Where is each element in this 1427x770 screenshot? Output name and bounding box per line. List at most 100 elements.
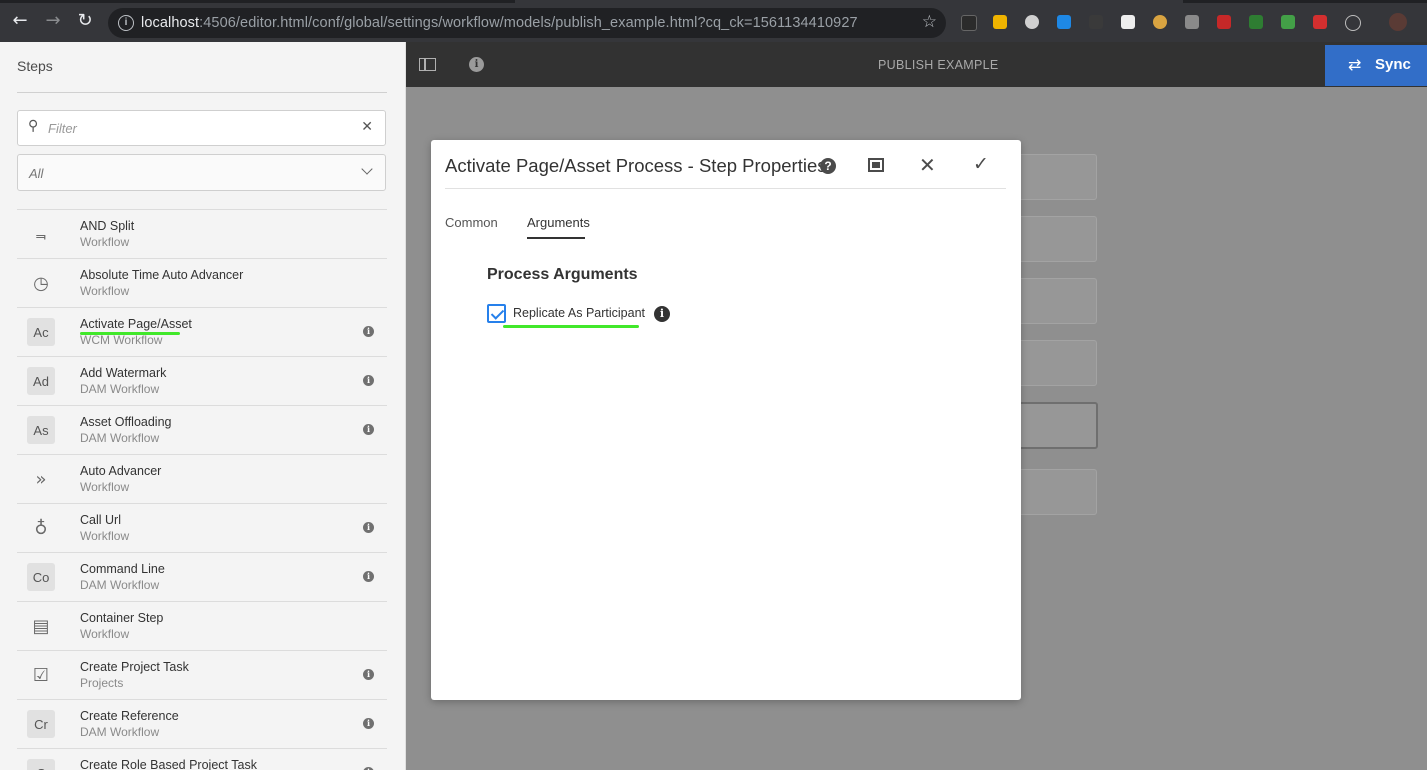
extension-icon-4[interactable] bbox=[1057, 15, 1071, 29]
extension-icon-10[interactable] bbox=[1249, 15, 1263, 29]
extension-icon-2[interactable] bbox=[993, 15, 1007, 29]
workflow-step-node[interactable] bbox=[1015, 278, 1097, 324]
filter-input[interactable]: ⚲ Filter ✕ bbox=[17, 110, 386, 146]
url-path: :4506/editor.html/conf/global/settings/w… bbox=[199, 15, 858, 31]
info-icon[interactable]: i bbox=[363, 424, 374, 435]
close-icon[interactable]: ✕ bbox=[919, 153, 936, 177]
step-category: Workflow bbox=[80, 284, 130, 298]
step-item[interactable]: ⫬ AND Split Workflow bbox=[17, 209, 387, 258]
info-icon[interactable]: i bbox=[469, 57, 484, 72]
steps-title: Steps bbox=[17, 58, 53, 74]
steps-list: ⫬ AND Split Workflow ◷ Absolute Time Auto Ad… bbox=[17, 209, 387, 770]
extension-icon-3[interactable] bbox=[1025, 15, 1039, 29]
reload-icon[interactable]: ↻ bbox=[74, 10, 96, 32]
step-item[interactable]: Ad Add Watermark DAM Workflow i bbox=[17, 356, 387, 405]
box-icon: ▤ bbox=[32, 615, 50, 637]
step-category: Workflow bbox=[80, 627, 130, 641]
workflow-step-node[interactable] bbox=[1015, 469, 1097, 515]
divider bbox=[17, 92, 387, 93]
step-name: Create Role Based Project Task bbox=[80, 758, 257, 770]
extension-icon-5[interactable] bbox=[1089, 15, 1103, 29]
workflow-step-node[interactable] bbox=[1015, 154, 1097, 200]
sync-button[interactable]: ⇄ Sync bbox=[1325, 45, 1427, 86]
step-name: Create Project Task bbox=[80, 660, 189, 674]
step-properties-dialog: Activate Page/Asset Process - Step Prope… bbox=[431, 140, 1021, 700]
extension-icon-7[interactable] bbox=[1153, 15, 1167, 29]
step-badge: As bbox=[27, 416, 55, 444]
tab-strip-right bbox=[1183, 0, 1427, 3]
filter-placeholder: Filter bbox=[48, 121, 77, 136]
extension-icon-11[interactable] bbox=[1281, 15, 1295, 29]
search-icon: ⚲ bbox=[28, 118, 39, 134]
forward-icon[interactable]: → bbox=[42, 10, 64, 32]
step-name: Auto Advancer bbox=[80, 464, 162, 478]
checklist-icon: ☑ bbox=[32, 664, 50, 686]
clear-icon[interactable]: ✕ bbox=[361, 119, 373, 135]
extension-icon-12[interactable] bbox=[1313, 15, 1327, 29]
step-badge: Co bbox=[27, 563, 55, 591]
step-badge: Cr bbox=[27, 710, 55, 738]
info-icon[interactable]: i bbox=[363, 571, 374, 582]
step-item[interactable]: Ac Activate Page/Asset WCM Workflow i bbox=[17, 307, 387, 356]
back-icon[interactable]: ← bbox=[9, 10, 31, 32]
sync-icon: ⇄ bbox=[1348, 55, 1362, 74]
url-host: localhost bbox=[141, 15, 200, 31]
info-icon[interactable]: i bbox=[363, 326, 374, 337]
step-item[interactable]: CCreate Role Based Project Taski bbox=[17, 748, 387, 770]
help-icon[interactable]: ? bbox=[820, 158, 836, 174]
checkmark-icon[interactable]: ✓ bbox=[973, 153, 989, 175]
step-badge: Ad bbox=[27, 367, 55, 395]
bookmark-star-icon[interactable]: ☆ bbox=[922, 12, 937, 32]
step-category: Workflow bbox=[80, 480, 130, 494]
tab-arguments[interactable]: Arguments bbox=[527, 215, 590, 230]
step-item[interactable]: Cr Create Reference DAM Workflow i bbox=[17, 699, 387, 748]
info-icon[interactable]: i bbox=[363, 522, 374, 533]
fullscreen-icon[interactable] bbox=[868, 158, 884, 172]
step-item[interactable]: ☑ Create Project Task Projects i bbox=[17, 650, 387, 699]
step-name: Activate Page/Asset bbox=[80, 317, 192, 331]
info-icon[interactable]: i bbox=[363, 718, 374, 729]
profile-avatar[interactable] bbox=[1389, 13, 1407, 31]
workflow-step-node-selected[interactable] bbox=[1015, 402, 1098, 449]
checkbox-label[interactable]: Replicate As Participant bbox=[513, 306, 645, 320]
toggle-side-panel-icon[interactable] bbox=[419, 58, 436, 71]
tab-strip-left bbox=[0, 0, 515, 3]
category-select[interactable]: All bbox=[17, 154, 386, 191]
workflow-step-node[interactable] bbox=[1015, 216, 1097, 262]
step-name: Add Watermark bbox=[80, 366, 167, 380]
replicate-as-participant-checkbox[interactable] bbox=[487, 304, 506, 323]
double-chevron-icon: » bbox=[35, 468, 47, 490]
step-item[interactable]: Co Command Line DAM Workflow i bbox=[17, 552, 387, 601]
tab-common[interactable]: Common bbox=[445, 215, 498, 230]
browser-toolbar: ← → ↻ i localhost:4506/editor.html/conf/… bbox=[0, 0, 1427, 42]
url-text: localhost:4506/editor.html/conf/global/s… bbox=[141, 15, 858, 31]
address-bar[interactable]: i localhost:4506/editor.html/conf/global… bbox=[108, 8, 946, 38]
site-info-icon[interactable]: i bbox=[118, 15, 134, 31]
extension-icon-1[interactable] bbox=[961, 15, 977, 31]
extension-icon-9[interactable] bbox=[1217, 15, 1231, 29]
step-item[interactable]: » Auto Advancer Workflow bbox=[17, 454, 387, 503]
info-icon[interactable]: i bbox=[654, 306, 670, 322]
info-icon[interactable]: i bbox=[363, 375, 374, 386]
step-item[interactable]: ♁ Call Url Workflow i bbox=[17, 503, 387, 552]
step-item[interactable]: As Asset Offloading DAM Workflow i bbox=[17, 405, 387, 454]
step-name: AND Split bbox=[80, 219, 135, 233]
step-category: Workflow bbox=[80, 529, 130, 543]
workflow-title: PUBLISH EXAMPLE bbox=[878, 58, 999, 72]
step-category: Projects bbox=[80, 676, 124, 690]
step-category: DAM Workflow bbox=[80, 431, 160, 445]
dialog-divider bbox=[445, 188, 1006, 189]
dialog-title: Activate Page/Asset Process - Step Prope… bbox=[445, 155, 827, 176]
step-badge: Ac bbox=[27, 318, 55, 346]
steps-panel: Steps ⚲ Filter ✕ All ⫬ AND Split Workflow ◷… bbox=[0, 42, 406, 770]
step-name: Absolute Time Auto Advancer bbox=[80, 268, 244, 282]
extension-icon-6[interactable] bbox=[1121, 15, 1135, 29]
workflow-step-node[interactable] bbox=[1015, 340, 1097, 386]
step-item[interactable]: ◷ Absolute Time Auto Advancer Workflow bbox=[17, 258, 387, 307]
extension-icon-8[interactable] bbox=[1185, 15, 1199, 29]
extension-icon-13[interactable] bbox=[1345, 15, 1361, 31]
step-name: Call Url bbox=[80, 513, 121, 527]
clock-icon: ◷ bbox=[33, 272, 49, 294]
step-item[interactable]: ▤ Container Step Workflow bbox=[17, 601, 387, 650]
info-icon[interactable]: i bbox=[363, 669, 374, 680]
